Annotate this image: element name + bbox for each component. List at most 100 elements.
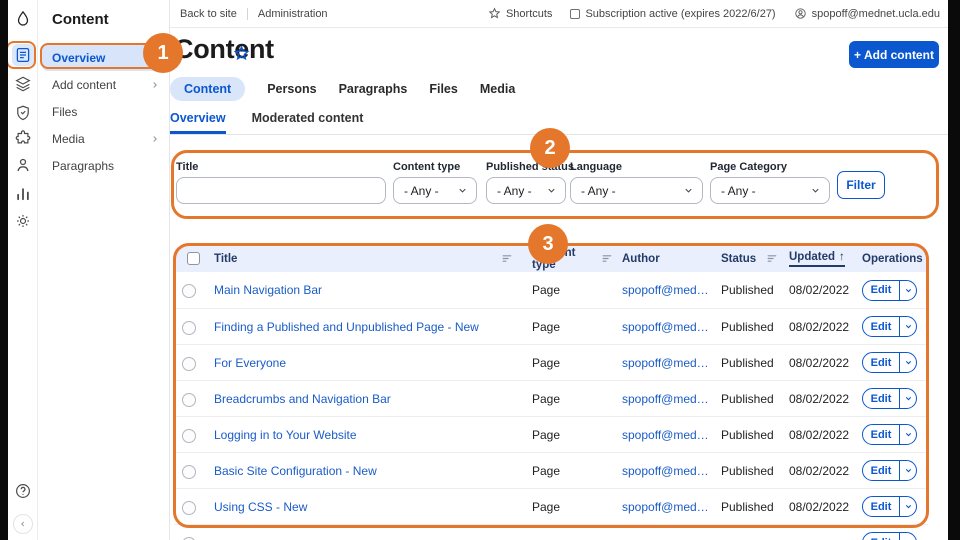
edit-button[interactable]: Edit <box>862 460 917 481</box>
reports-icon[interactable] <box>12 183 34 205</box>
chevron-down-icon <box>812 188 819 193</box>
edit-dropdown-toggle[interactable] <box>899 497 916 516</box>
topbar-breadcrumb: Back to site Administration <box>170 7 328 20</box>
select-value: - Any - <box>497 183 532 198</box>
administration-link[interactable]: Administration <box>258 8 328 20</box>
row-title-link[interactable]: Basic Site Configuration - New <box>214 464 532 478</box>
content-icon[interactable] <box>11 44 34 66</box>
edit-dropdown-toggle[interactable] <box>899 280 916 300</box>
collapse-sidebar-icon[interactable] <box>12 514 33 534</box>
row-author-link[interactable]: spopoff@mednet... <box>622 464 721 478</box>
annotation-step-2: 2 <box>530 128 570 168</box>
tab-files[interactable]: Files <box>429 77 458 101</box>
sidebar-item-media[interactable]: Media <box>42 125 166 152</box>
subscription-checkbox-icon <box>570 8 581 19</box>
edit-button[interactable]: Edit <box>862 316 917 337</box>
chevron-down-icon <box>905 360 911 365</box>
page-category-select[interactable]: - Any - <box>710 177 830 204</box>
column-header-updated-sort[interactable]: Updated ↑ <box>789 251 845 267</box>
row-status: Published <box>721 427 774 442</box>
configuration-icon[interactable] <box>12 210 34 232</box>
filter-label: Page Category <box>710 161 788 173</box>
content-table: Title Content type Author Status Updated… <box>174 245 928 540</box>
tab-content[interactable]: Content <box>170 77 246 101</box>
filter-field-title: Title <box>176 161 386 204</box>
select-value: - Any - <box>581 183 616 198</box>
drupal-logo-icon[interactable] <box>12 8 34 30</box>
chevron-down-icon <box>905 324 911 329</box>
row-title-link[interactable]: Using CSS - New <box>214 500 532 514</box>
tab-paragraphs[interactable]: Paragraphs <box>339 77 408 101</box>
people-icon[interactable] <box>12 154 34 176</box>
appearance-icon[interactable] <box>12 102 34 124</box>
extend-icon[interactable] <box>12 127 34 149</box>
title-filter-input[interactable] <box>176 177 386 204</box>
structure-icon[interactable] <box>12 73 34 95</box>
edit-button[interactable]: Edit <box>862 532 917 540</box>
subscription-status[interactable]: Subscription active (expires 2022/6/27) <box>570 7 776 20</box>
row-author-link[interactable]: spopoff@mednet... <box>622 428 721 442</box>
table-row: Breadcrumbs and Navigation Bar Page spop… <box>174 380 928 416</box>
row-author-link[interactable]: spopoff@mednet... <box>622 356 721 370</box>
back-to-site-link[interactable]: Back to site <box>180 8 237 20</box>
published-status-select[interactable]: - Any - <box>486 177 566 204</box>
frame-edge-right <box>948 0 960 540</box>
select-all-checkbox[interactable] <box>187 252 200 265</box>
page-title: Content <box>174 34 274 64</box>
row-title-link[interactable]: Finding a Published and Unpublished Page… <box>214 320 532 334</box>
language-select[interactable]: - Any - <box>570 177 703 204</box>
edit-button[interactable]: Edit <box>862 279 917 301</box>
column-header-operations: Operations <box>862 252 923 265</box>
edit-dropdown-toggle[interactable] <box>899 533 916 540</box>
sidebar-item-paragraphs[interactable]: Paragraphs <box>42 152 166 179</box>
row-title-link[interactable]: Logging in to Your Website <box>214 428 532 442</box>
sort-icon[interactable] <box>601 252 614 265</box>
row-title-link[interactable]: Breadcrumbs and Navigation Bar <box>214 392 532 406</box>
chevron-down-icon <box>905 432 911 437</box>
tab-media[interactable]: Media <box>480 77 515 101</box>
sort-icon[interactable] <box>501 252 514 265</box>
edit-dropdown-toggle[interactable] <box>899 425 916 444</box>
subtab-moderated-content[interactable]: Moderated content <box>252 108 364 134</box>
chevron-down-icon <box>548 188 555 193</box>
edit-button[interactable]: Edit <box>862 496 917 517</box>
row-content-type: Page <box>532 463 561 478</box>
shortcuts-link[interactable]: Shortcuts <box>488 7 552 20</box>
filter-button[interactable]: Filter <box>837 171 885 199</box>
row-author-link[interactable]: spopoff@mednet... <box>622 500 721 514</box>
table-row: Logging in to Your Website Page spopoff@… <box>174 416 928 452</box>
row-updated: 08/02/2022 <box>789 319 850 334</box>
table-row: Edit <box>174 524 928 540</box>
row-author-link[interactable]: spopoff@mednet... <box>622 283 721 297</box>
add-content-button[interactable]: + Add content <box>849 41 939 68</box>
edit-button[interactable]: Edit <box>862 388 917 409</box>
primary-tabs: Content Persons Paragraphs Files Media <box>170 77 515 101</box>
sidebar-item-add-content[interactable]: Add content <box>42 71 166 98</box>
edit-dropdown-toggle[interactable] <box>899 461 916 480</box>
sidebar-item-files[interactable]: Files <box>42 98 166 125</box>
sort-icon[interactable] <box>766 252 779 265</box>
tab-persons[interactable]: Persons <box>267 77 316 101</box>
subtab-overview[interactable]: Overview <box>170 108 226 134</box>
column-header-author[interactable]: Author <box>622 253 660 265</box>
topbar-divider <box>246 7 248 20</box>
row-updated: 08/02/2022 <box>789 283 850 297</box>
topbar-meta: Shortcuts Subscription active (expires 2… <box>488 7 948 20</box>
edit-dropdown-toggle[interactable] <box>899 317 916 336</box>
column-header-status[interactable]: Status <box>721 253 756 265</box>
content-type-select[interactable]: - Any - <box>393 177 477 204</box>
edit-button[interactable]: Edit <box>862 424 917 445</box>
column-header-title[interactable]: Title <box>214 253 237 265</box>
edit-button[interactable]: Edit <box>862 352 917 373</box>
edit-dropdown-toggle[interactable] <box>899 353 916 372</box>
account-menu[interactable]: spopoff@mednet.ucla.edu <box>794 7 940 20</box>
row-author-link[interactable]: spopoff@mednet... <box>622 392 721 406</box>
help-icon[interactable] <box>14 482 32 505</box>
edit-dropdown-toggle[interactable] <box>899 389 916 408</box>
favorite-star-icon[interactable] <box>233 45 250 67</box>
row-author-link[interactable]: spopoff@mednet... <box>622 320 721 334</box>
row-title-link[interactable]: For Everyone <box>214 356 532 370</box>
annotation-step-1: 1 <box>143 33 183 73</box>
subscription-label: Subscription active (expires 2022/6/27) <box>585 7 776 20</box>
row-title-link[interactable]: Main Navigation Bar <box>214 283 532 297</box>
